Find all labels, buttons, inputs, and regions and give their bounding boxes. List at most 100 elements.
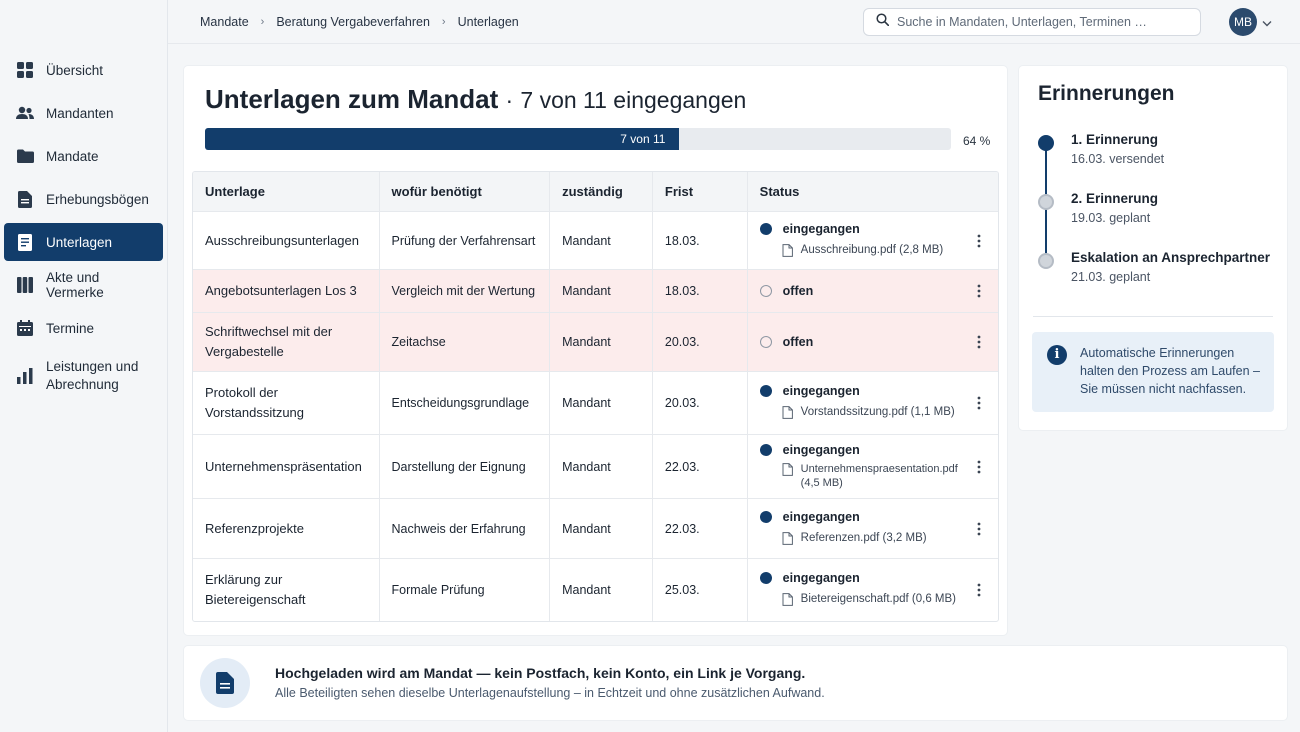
doc-due: 22.03. — [653, 435, 748, 498]
table-row[interactable]: Angebotsunterlagen Los 3 Vergleich mit d… — [193, 270, 998, 313]
table-row[interactable]: Erklärung zur Bietereigenschaft Formale … — [193, 559, 998, 621]
file-icon — [782, 243, 793, 260]
more-vertical-icon[interactable] — [972, 395, 986, 411]
file-link[interactable]: Unternehmenspraesentation.pdf (4,5 MB) — [782, 462, 961, 490]
doc-owner: Mandant — [550, 270, 653, 312]
documents-card: Unterlagen zum Mandat · 7 von 11 eingega… — [184, 66, 1007, 635]
more-vertical-icon[interactable] — [972, 233, 986, 249]
doc-owner: Mandant — [550, 559, 653, 621]
more-vertical-icon[interactable] — [972, 283, 986, 299]
file-link[interactable]: Vorstandssitzung.pdf (1,1 MB) — [782, 405, 955, 422]
file-name: Unternehmenspraesentation.pdf (4,5 MB) — [800, 463, 958, 489]
table-header: Unterlage wofür benötigt zuständig Frist… — [193, 172, 998, 212]
sidebar-item-mandanten[interactable]: Mandanten — [4, 94, 163, 132]
reminders-title: Erinnerungen — [1038, 82, 1175, 105]
search-input[interactable] — [897, 15, 1177, 29]
title-separator: · — [505, 87, 514, 113]
more-vertical-icon[interactable] — [972, 459, 986, 475]
reminder-name: Eskalation an Ansprechpartner — [1071, 250, 1271, 265]
progress-percent: 64 % — [963, 134, 991, 148]
timeline-pending-icon — [1038, 194, 1054, 210]
file-link[interactable]: Bietereigenschaft.pdf (0,6 MB) — [782, 592, 956, 609]
sidebar-item-label: Erhebungsbögen — [46, 191, 149, 207]
sidebar-item-erhebungsboegen[interactable]: Erhebungsbögen — [4, 180, 163, 218]
divider — [1033, 316, 1273, 317]
reminders-card: Erinnerungen 1. Erinnerung 16.03. versen… — [1019, 66, 1287, 430]
table-row[interactable]: Ausschreibungsunterlagen Prüfung der Ver… — [193, 212, 998, 270]
users-icon — [16, 104, 34, 122]
doc-status: offen — [748, 270, 998, 312]
doc-status: eingegangen Ausschreibung.pdf (2,8 MB) — [748, 212, 998, 269]
status-label: eingegangen — [782, 221, 860, 236]
chevron-right-icon: › — [260, 15, 265, 28]
column-header[interactable]: Status — [748, 172, 998, 211]
search-box[interactable] — [863, 8, 1201, 36]
file-link[interactable]: Ausschreibung.pdf (2,8 MB) — [782, 243, 943, 260]
sidebar-item-termine[interactable]: Termine — [4, 309, 163, 347]
folder-icon — [16, 147, 34, 165]
doc-due: 20.03. — [653, 372, 748, 434]
page-title: Unterlagen zum Mandat · 7 von 11 eingega… — [205, 84, 746, 115]
doc-purpose: Entscheidungsgrundlage — [380, 372, 551, 434]
breadcrumb: Mandate › Beratung Vergabeverfahren › Un… — [200, 15, 519, 29]
breadcrumb-item[interactable]: Unterlagen — [458, 15, 519, 29]
avatar[interactable]: MB — [1229, 8, 1257, 36]
column-header[interactable]: zuständig — [550, 172, 653, 211]
progress-bar: 7 von 11 — [205, 128, 951, 150]
info-box: i Automatische Erinnerungen halten den P… — [1032, 332, 1274, 412]
status-label: eingegangen — [782, 384, 860, 398]
more-vertical-icon[interactable] — [972, 521, 986, 537]
table-row[interactable]: Unternehmenspräsentation Darstellung der… — [193, 435, 998, 499]
reminder-date: 21.03. geplant — [1071, 270, 1151, 284]
reminder-item[interactable]: 1. Erinnerung 16.03. versendet — [1038, 130, 1278, 189]
table-row[interactable]: Schriftwechsel mit der Vergabestelle Zei… — [193, 313, 998, 372]
more-vertical-icon[interactable] — [972, 582, 986, 598]
chevron-right-icon: › — [441, 15, 446, 28]
status-label: offen — [782, 284, 814, 298]
file-icon — [782, 463, 793, 479]
status-label: eingegangen — [782, 443, 860, 457]
file-icon — [782, 593, 793, 609]
calendar-icon — [16, 319, 34, 337]
reminder-item[interactable]: Eskalation an Ansprechpartner 21.03. gep… — [1038, 248, 1278, 307]
chevron-down-icon[interactable] — [1262, 14, 1272, 32]
reminder-item[interactable]: 2. Erinnerung 19.03. geplant — [1038, 189, 1278, 248]
file-name: Referenzen.pdf (3,2 MB) — [800, 531, 927, 544]
doc-due: 25.03. — [653, 559, 748, 621]
sidebar-item-akte[interactable]: Akte und Vermerke — [4, 266, 163, 304]
timeline-pending-icon — [1038, 253, 1054, 269]
doc-name: Angebotsunterlagen Los 3 — [193, 270, 380, 312]
sidebar-item-unterlagen[interactable]: Unterlagen — [4, 223, 163, 261]
sidebar: Übersicht Mandanten Mandate Erhebungsbög… — [0, 0, 168, 732]
sidebar-item-label: Leistungen und Abrechnung — [46, 359, 139, 392]
doc-status: eingegangen Bietereigenschaft.pdf (0,6 M… — [748, 559, 998, 621]
doc-due: 20.03. — [653, 313, 748, 371]
banner-subtext: Alle Beteiligten sehen dieselbe Unterlag… — [275, 686, 825, 700]
status-received-icon — [759, 385, 772, 397]
column-header[interactable]: wofür benötigt — [380, 172, 551, 211]
column-header[interactable]: Unterlage — [193, 172, 380, 211]
doc-purpose: Zeitachse — [380, 313, 551, 371]
table-row[interactable]: Protokoll der Vorstandssitzung Entscheid… — [193, 372, 998, 435]
doc-name: Ausschreibungsunterlagen — [193, 212, 380, 269]
progress-label: 7 von 11 — [620, 132, 666, 146]
title-main: Unterlagen zum Mandat — [205, 84, 499, 114]
sidebar-item-label: Übersicht — [46, 62, 104, 78]
sidebar-item-mandate[interactable]: Mandate — [4, 137, 163, 175]
form-icon — [16, 190, 34, 208]
doc-due: 18.03. — [653, 270, 748, 312]
more-vertical-icon[interactable] — [972, 334, 986, 350]
table-row[interactable]: Referenzprojekte Nachweis der Erfahrung … — [193, 499, 998, 559]
breadcrumb-item[interactable]: Mandate — [200, 15, 249, 29]
status-label: offen — [782, 335, 814, 349]
sidebar-item-label: Termine — [46, 320, 95, 336]
banner-headline: Hochgeladen wird am Mandat — kein Postfa… — [275, 665, 806, 681]
file-link[interactable]: Referenzen.pdf (3,2 MB) — [782, 531, 927, 548]
column-header[interactable]: Frist — [653, 172, 748, 211]
doc-owner: Mandant — [550, 212, 653, 269]
status-open-icon — [759, 336, 772, 348]
breadcrumb-item[interactable]: Beratung Vergabeverfahren — [276, 15, 430, 29]
doc-owner: Mandant — [550, 372, 653, 434]
sidebar-item-leistungen[interactable]: Leistungen und Abrechnung — [4, 352, 163, 400]
sidebar-item-uebersicht[interactable]: Übersicht — [4, 51, 163, 89]
